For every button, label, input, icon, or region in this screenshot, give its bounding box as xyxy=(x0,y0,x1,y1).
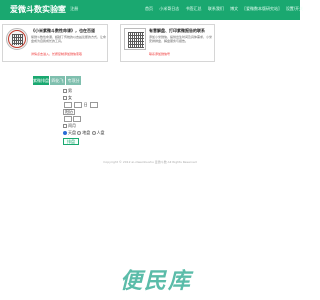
nav-research[interactable]: [爱微数本版研究站] xyxy=(244,6,279,11)
nav-bookmarks[interactable]: 书签汇总 xyxy=(186,6,202,11)
promo-title: 《小米紫微斗数性命课》，也在百道 xyxy=(31,28,95,33)
date-label: 日 xyxy=(83,102,88,107)
top-bar: 爱微斗数实验室 登录 注册 首页 小米哥日志 书签汇总 联系我们 博文 [爱微数… xyxy=(0,0,303,20)
promo-link[interactable]: 详情点击进入，长按复制添加微信索取 xyxy=(31,52,82,56)
calendar-select[interactable]: 阳历 xyxy=(63,109,75,115)
nav-blog[interactable]: 小米哥日志 xyxy=(159,6,179,11)
leap-checkbox[interactable] xyxy=(63,124,67,128)
footer-copyright: Copyright © 2012 ai-ziweidoushu 爱微斗数 All… xyxy=(103,160,197,164)
gender-female-label: 女 xyxy=(68,95,72,100)
promo-card-course: 《小米紫微斗数性命课》，也在百道 紫微斗数性命课，超越了传统的以吉凶论断的方式，… xyxy=(2,24,108,62)
auth-links: 登录 注册 xyxy=(56,6,83,12)
month-input[interactable] xyxy=(74,102,83,108)
tab-sihua[interactable]: 四化飞星 xyxy=(50,76,65,92)
qr-code-icon xyxy=(6,28,28,50)
nav-contact[interactable]: 联系我们 xyxy=(208,6,224,11)
leap-label: 闰月 xyxy=(68,123,76,128)
login-link[interactable]: 登录 xyxy=(56,6,64,11)
nav-settings[interactable]: 设置/开关 xyxy=(286,6,303,11)
mode-label: 地盘 xyxy=(82,130,91,135)
register-link[interactable]: 注册 xyxy=(70,6,78,11)
watermark-logo: 便民库 xyxy=(120,269,193,294)
nav-posts[interactable]: 博文 xyxy=(230,6,238,11)
promo-card-reading: 有意解盘、打印紫微报告的联系 添加小米微信，提供出生时间及具体需求，小米安排排盘… xyxy=(120,24,215,62)
promo-body: 紫微斗数性命课，超越了传统的以吉凶论断的方式，让命盘成为自我成长的工具。 xyxy=(31,35,107,43)
submit-button[interactable]: 排盘 xyxy=(63,138,79,145)
mode-radio-heaven[interactable] xyxy=(63,131,67,135)
main-nav: 首页 小米哥日志 书签汇总 联系我们 博文 [爱微数本版研究站] 设置/开关 xyxy=(145,6,308,12)
mode-label: 天盘 xyxy=(68,130,76,135)
tab-analysis[interactable]: 专项分析 xyxy=(66,76,81,92)
hour-select[interactable] xyxy=(73,116,82,122)
tab-ziwei-chart[interactable]: 紫微排盘 xyxy=(33,76,49,85)
qr-code-icon xyxy=(124,28,146,50)
gender-male-checkbox[interactable] xyxy=(63,89,67,93)
gender-male-label: 男 xyxy=(68,88,72,93)
mode-radio-human[interactable] xyxy=(91,131,96,135)
day-input[interactable] xyxy=(89,102,98,108)
promo-body: 添加小米微信，提供出生时间及具体需求，小米安排排盘、解盘服务与报告。 xyxy=(149,35,213,43)
hour-input[interactable] xyxy=(64,116,72,122)
promo-title: 有意解盘、打印紫微报告的联系 xyxy=(149,28,205,33)
year-input[interactable] xyxy=(64,102,72,108)
nav-home[interactable]: 首页 xyxy=(145,6,153,11)
gender-female-checkbox[interactable] xyxy=(63,96,67,100)
mode-label: 人盘 xyxy=(96,130,105,135)
mode-radio-earth[interactable] xyxy=(77,131,82,135)
promo-link[interactable]: 联系添加微信号 xyxy=(149,52,170,56)
